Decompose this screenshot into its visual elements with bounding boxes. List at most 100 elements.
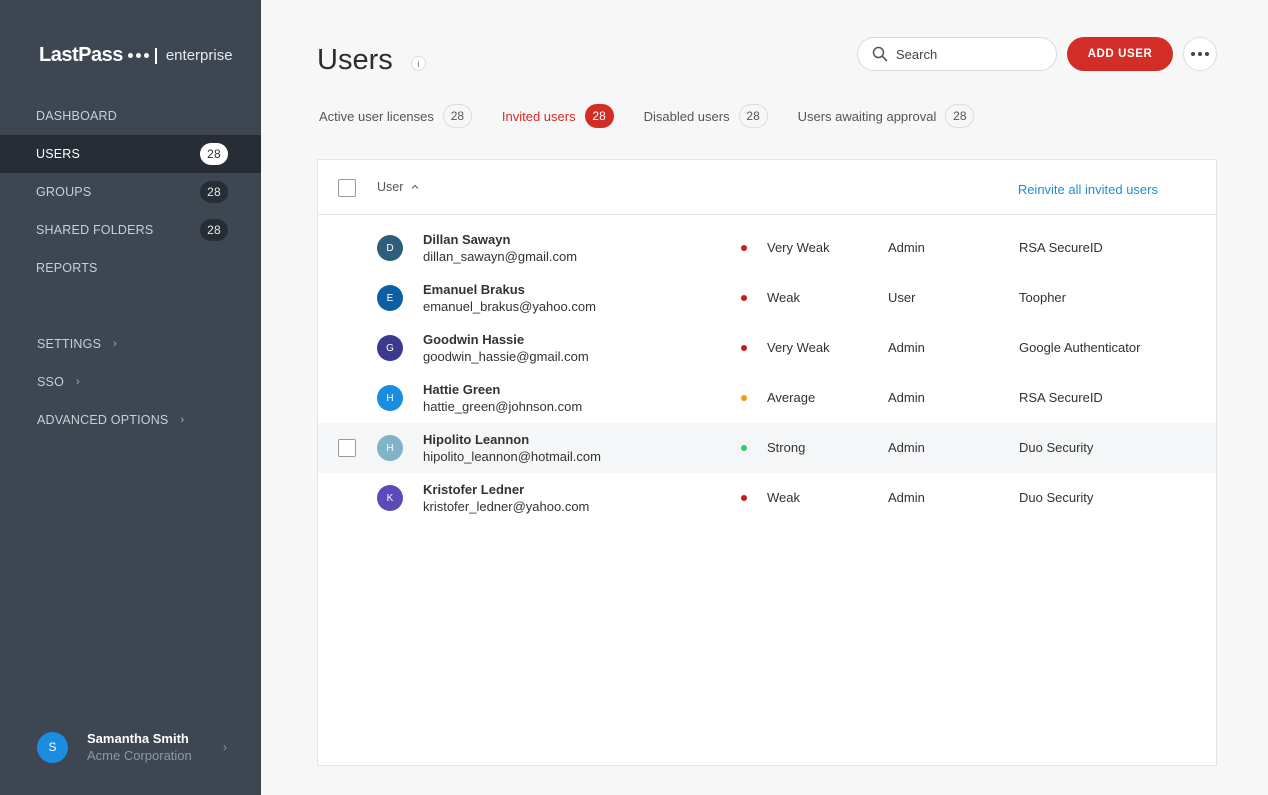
tab-label: Disabled users xyxy=(643,108,730,124)
chevron-right-icon: › xyxy=(180,414,185,426)
logo-dots-icon xyxy=(127,53,149,58)
strength-indicator-icon xyxy=(741,495,747,501)
avatar: H xyxy=(377,385,403,411)
sidebar-item-label: SHARED FOLDERS xyxy=(36,223,154,237)
sidebar-item-label: ADVANCED OPTIONS xyxy=(37,413,169,427)
tab-count-badge: 28 xyxy=(738,104,768,128)
sidebar-nav-secondary: SETTINGS › SSO › ADVANCED OPTIONS › xyxy=(0,325,261,439)
strength-indicator-icon xyxy=(741,445,747,451)
sidebar-item-settings[interactable]: SETTINGS › xyxy=(0,325,261,363)
sidebar: LastPass enterprise DASHBOARD USERS 28 GROU… xyxy=(0,0,261,795)
tab-active-licenses[interactable]: Active user licenses 28 xyxy=(319,104,472,128)
table-row[interactable]: H Hipolito Leannon hipolito_leannon@hotmai… xyxy=(318,423,1216,473)
mfa-method: RSA SecureID xyxy=(1019,240,1103,255)
search-input[interactable] xyxy=(896,46,1046,62)
sidebar-item-dashboard[interactable]: DASHBOARD xyxy=(0,97,261,135)
mfa-method: RSA SecureID xyxy=(1019,390,1103,405)
tab-count-badge: 28 xyxy=(584,104,614,128)
table-row[interactable]: K Kristofer Ledner kristofer_ledner@yahoo.… xyxy=(318,473,1216,523)
password-strength: Average xyxy=(767,390,816,405)
mfa-method: Toopher xyxy=(1019,290,1066,305)
search-icon xyxy=(872,46,888,62)
tab-label: Users awaiting approval xyxy=(797,108,937,124)
info-icon[interactable]: i xyxy=(411,56,426,71)
sidebar-nav: DASHBOARD USERS 28 GROUPS 28 SHARED FOLDERS 28… xyxy=(0,97,261,287)
avatar: K xyxy=(377,485,403,511)
add-user-button[interactable]: ADD USER xyxy=(1067,37,1173,71)
profile-org: Acme Corporation xyxy=(87,748,192,763)
mfa-method: Duo Security xyxy=(1019,440,1094,455)
logo-divider xyxy=(154,47,157,64)
user-email: emanuel_brakus@yahoo.com xyxy=(423,299,596,314)
tab-count-badge: 28 xyxy=(442,104,472,128)
sidebar-item-label: SSO xyxy=(37,375,64,389)
user-role: Admin xyxy=(888,340,925,355)
tab-disabled-users[interactable]: Disabled users 28 xyxy=(644,104,768,128)
profile-name: Samantha Smith xyxy=(87,731,189,746)
strength-indicator-icon xyxy=(741,295,747,301)
sidebar-item-sso[interactable]: SSO › xyxy=(0,363,261,401)
password-strength: Very Weak xyxy=(767,240,830,255)
user-role: Admin xyxy=(888,390,925,405)
table-body: D Dillan Sawayn dillan_sawayn@gmail.com Ver… xyxy=(318,223,1216,523)
column-header-user[interactable]: User xyxy=(377,180,420,194)
tab-label: Active user licenses xyxy=(319,108,434,124)
password-strength: Weak xyxy=(767,290,800,305)
table-row[interactable]: E Emanuel Brakus emanuel_brakus@yahoo.com W… xyxy=(318,273,1216,323)
page-title: Users xyxy=(317,44,393,76)
mfa-method: Duo Security xyxy=(1019,490,1094,505)
avatar: G xyxy=(377,335,403,361)
user-email: hipolito_leannon@hotmail.com xyxy=(423,449,601,464)
sidebar-item-advanced-options[interactable]: ADVANCED OPTIONS › xyxy=(0,401,261,439)
strength-indicator-icon xyxy=(741,395,747,401)
user-email: kristofer_ledner@yahoo.com xyxy=(423,499,590,514)
sidebar-item-label: DASHBOARD xyxy=(36,109,117,123)
user-role: Admin xyxy=(888,240,925,255)
password-strength: Very Weak xyxy=(767,340,830,355)
count-badge: 28 xyxy=(200,219,228,241)
mfa-method: Google Authenticator xyxy=(1019,340,1141,355)
strength-indicator-icon xyxy=(741,345,747,351)
reinvite-all-link[interactable]: Reinvite all invited users xyxy=(1018,182,1158,197)
sidebar-item-label: GROUPS xyxy=(36,185,92,199)
user-name: Hipolito Leannon xyxy=(423,432,530,447)
count-badge: 28 xyxy=(200,181,228,203)
table-row[interactable]: H Hattie Green hattie_green@johnson.com Ave… xyxy=(318,373,1216,423)
user-name: Emanuel Brakus xyxy=(423,282,525,297)
sidebar-item-label: SETTINGS xyxy=(37,337,102,351)
user-name: Hattie Green xyxy=(423,382,501,397)
lastpass-logo[interactable]: LastPass enterprise xyxy=(39,44,233,67)
avatar: D xyxy=(377,235,403,261)
row-checkbox[interactable] xyxy=(338,439,356,457)
chevron-right-icon: › xyxy=(76,376,80,388)
sidebar-item-users[interactable]: USERS 28 xyxy=(0,135,261,173)
user-profile[interactable]: S Samantha Smith Acme Corporation › xyxy=(37,730,227,764)
tab-invited-users[interactable]: Invited users 28 xyxy=(502,104,614,128)
user-name: Dillan Sawayn xyxy=(423,232,511,247)
table-row[interactable]: G Goodwin Hassie goodwin_hassie@gmail.com V… xyxy=(318,323,1216,373)
sidebar-item-shared-folders[interactable]: SHARED FOLDERS 28 xyxy=(0,211,261,249)
user-email: hattie_green@johnson.com xyxy=(423,399,583,414)
avatar: S xyxy=(37,731,68,763)
avatar: E xyxy=(377,285,403,311)
tab-awaiting-approval[interactable]: Users awaiting approval 28 xyxy=(798,104,975,128)
count-badge: 28 xyxy=(200,143,228,165)
logo-wordmark: LastPass xyxy=(39,44,123,66)
chevron-right-icon: › xyxy=(223,740,227,754)
sidebar-item-groups[interactable]: GROUPS 28 xyxy=(0,173,261,211)
avatar: H xyxy=(377,435,403,461)
select-all-checkbox[interactable] xyxy=(338,179,356,197)
search-box[interactable] xyxy=(857,37,1057,71)
more-options-button[interactable] xyxy=(1183,37,1217,71)
sidebar-item-reports[interactable]: REPORTS xyxy=(0,249,261,287)
users-table: User Reinvite all invited users D Dillan … xyxy=(317,159,1217,766)
user-tabs: Active user licenses 28 Invited users 28 Dis… xyxy=(319,104,1004,128)
user-name: Kristofer Ledner xyxy=(423,482,525,497)
user-email: dillan_sawayn@gmail.com xyxy=(423,249,578,264)
tab-count-badge: 28 xyxy=(945,104,975,128)
user-role: Admin xyxy=(888,440,925,455)
password-strength: Weak xyxy=(767,490,800,505)
user-email: goodwin_hassie@gmail.com xyxy=(423,349,589,364)
table-row[interactable]: D Dillan Sawayn dillan_sawayn@gmail.com Ver… xyxy=(318,223,1216,273)
sidebar-item-label: REPORTS xyxy=(36,261,98,275)
